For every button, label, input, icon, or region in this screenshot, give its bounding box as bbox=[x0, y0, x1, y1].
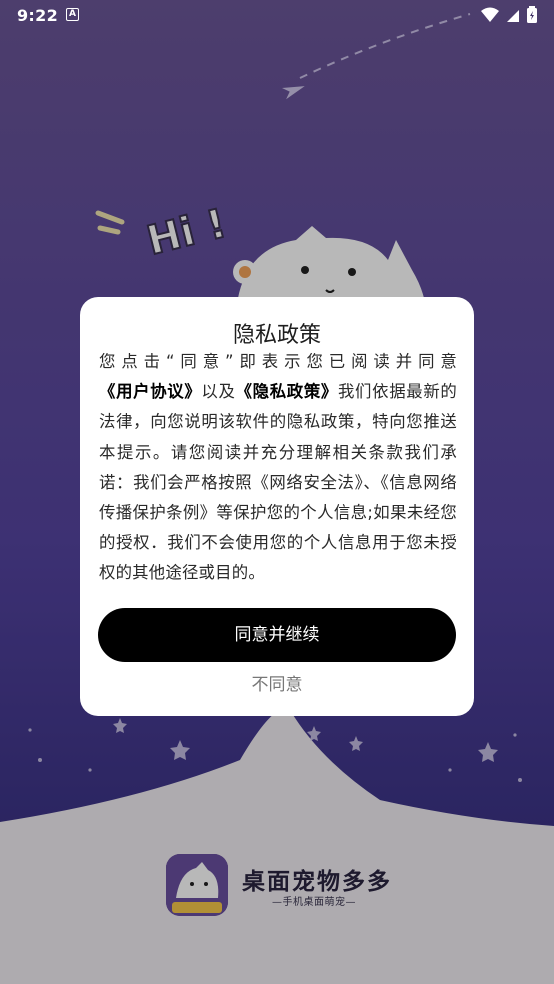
status-icons bbox=[480, 6, 538, 24]
body-suffix: 我们依据最新的法律，向您说明该软件的隐私政策，特向您推送本提示。请您阅读并充分理… bbox=[99, 382, 457, 583]
notification-icon: A bbox=[66, 8, 79, 21]
privacy-dialog: 隐私政策 您点击“同意”即表示您已阅读并同意《用户协议》以及《隐私政策》我们依据… bbox=[80, 297, 474, 716]
decline-button[interactable]: 不同意 bbox=[80, 673, 474, 697]
body-prefix: 您点击“同意”即表示您已阅读并同意 bbox=[99, 352, 457, 371]
body-middle: 以及 bbox=[201, 382, 236, 402]
privacy-policy-link[interactable]: 《隐私政策》 bbox=[236, 382, 338, 401]
dialog-title: 隐私政策 bbox=[232, 323, 321, 348]
wifi-icon bbox=[480, 7, 499, 22]
user-agreement-link[interactable]: 《用户协议》 bbox=[99, 382, 201, 401]
agree-button[interactable]: 同意并继续 bbox=[98, 608, 456, 662]
signal-icon bbox=[506, 10, 519, 22]
battery-icon bbox=[527, 6, 537, 23]
dialog-body: 您点击“同意”即表示您已阅读并同意《用户协议》以及《隐私政策》我们依据最新的法律… bbox=[99, 347, 457, 589]
status-bar: 9:22 A bbox=[0, 0, 554, 30]
status-time: 9:22 bbox=[17, 6, 58, 25]
